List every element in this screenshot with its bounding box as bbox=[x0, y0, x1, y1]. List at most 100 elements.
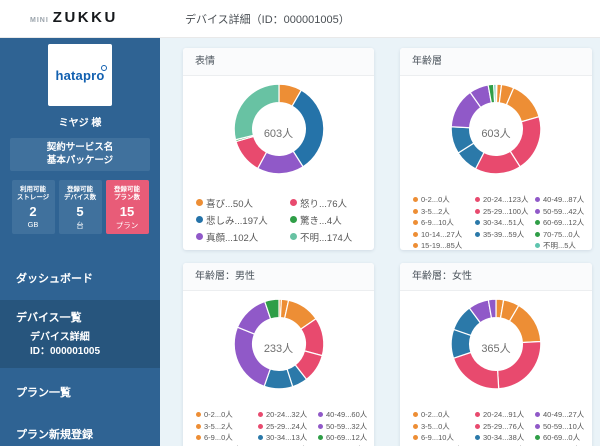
contract-plan-box: 契約サービス名 基本パッケージ bbox=[10, 138, 150, 171]
legend-item-label: 30-34...51人 bbox=[483, 217, 524, 228]
legend-color-dot bbox=[475, 209, 480, 214]
sidebar-item-active-group: デバイス一覧デバイス詳細ID：000001005 bbox=[0, 300, 160, 368]
legend-item-驚き[interactable]: 驚き...4人 bbox=[290, 211, 352, 228]
donut-slice-50-59 bbox=[237, 302, 270, 335]
legend-item-3-5[interactable]: 3-5...2人 bbox=[413, 206, 475, 218]
legend-item-label: 0-2...0人 bbox=[421, 194, 450, 205]
legend-color-dot bbox=[196, 412, 201, 417]
contract-plan-name: 基本パッケージ bbox=[10, 154, 150, 167]
quota-stats: 利用可能ストレージ2GB登録可能デバイス数5台登録可能プラン数15プラン bbox=[0, 180, 160, 234]
stat-label: デバイス数 bbox=[59, 194, 102, 202]
sidebar-subitem-device-detail[interactable]: デバイス詳細 bbox=[0, 331, 160, 345]
stat-label: プラン数 bbox=[106, 194, 149, 202]
legend-item-20-24[interactable]: 20-24...32人 bbox=[258, 409, 318, 421]
legend-item-label: 60-69...12人 bbox=[543, 217, 584, 228]
legend-item-0-2[interactable]: 0-2...0人 bbox=[413, 194, 475, 206]
legend-item-40-49[interactable]: 40-49...60人 bbox=[318, 409, 367, 421]
donut-area: 603人 bbox=[183, 81, 374, 187]
legend-color-dot bbox=[196, 424, 201, 429]
legend-item-真顔[interactable]: 真顔...102人 bbox=[196, 228, 290, 245]
legend-column: 0-2...0人3-5...2人6-9...0人10-14...6人15-19.… bbox=[196, 409, 258, 446]
legend-item-label: 70-75...0人 bbox=[543, 229, 580, 240]
legend-item-label: 35-39...59人 bbox=[483, 229, 524, 240]
legend-item-label: 不明...174人 bbox=[300, 230, 352, 244]
hatapro-logo: hatapro bbox=[55, 68, 104, 83]
legend-item-3-5[interactable]: 3-5...0人 bbox=[413, 421, 475, 433]
legend-item-50-59[interactable]: 50-59...42人 bbox=[535, 206, 584, 218]
legend-item-怒り[interactable]: 怒り...76人 bbox=[290, 194, 352, 211]
legend-column: 喜び...50人悲しみ...197人真顔...102人 bbox=[196, 194, 290, 245]
legend-item-10-14[interactable]: 10-14...27人 bbox=[413, 229, 475, 241]
top-header: MINI ZUKKU デバイス詳細（ID：000001005） bbox=[0, 0, 600, 38]
user-name: ミヤジ 様 bbox=[0, 114, 160, 129]
legend-item-25-29[interactable]: 25-29...24人 bbox=[258, 421, 318, 433]
legend-item-30-34[interactable]: 30-34...51人 bbox=[475, 217, 535, 229]
legend-item-label: 3-5...2人 bbox=[421, 206, 450, 217]
legend-color-dot bbox=[318, 435, 323, 440]
legend-item-不明[interactable]: 不明...5人 bbox=[535, 240, 584, 250]
legend-item-30-34[interactable]: 30-34...13人 bbox=[258, 432, 318, 444]
legend-item-35-39[interactable]: 35-39...59人 bbox=[475, 229, 535, 241]
legend-item-15-19[interactable]: 15-19...85人 bbox=[413, 240, 475, 250]
legend-item-25-29[interactable]: 25-29...100人 bbox=[475, 206, 535, 218]
legend-item-label: 悲しみ...197人 bbox=[206, 213, 268, 227]
sidebar-item-0[interactable]: ダッシュボード bbox=[0, 264, 160, 292]
legend-color-dot bbox=[196, 233, 203, 240]
legend-item-60-69[interactable]: 60-69...0人 bbox=[535, 432, 584, 444]
legend-color-dot bbox=[535, 209, 540, 214]
legend-item-60-69[interactable]: 60-69...12人 bbox=[535, 217, 584, 229]
legend-column: 怒り...76人驚き...4人不明...174人 bbox=[290, 194, 352, 245]
logo-mini-text: MINI bbox=[30, 17, 49, 24]
legend-item-label: 30-34...13人 bbox=[266, 432, 307, 443]
page-title: デバイス詳細（ID：000001005） bbox=[185, 11, 350, 27]
legend-item-6-9[interactable]: 6-9...10人 bbox=[413, 217, 475, 229]
legend-item-3-5[interactable]: 3-5...2人 bbox=[196, 421, 258, 433]
legend-item-0-2[interactable]: 0-2...0人 bbox=[413, 409, 475, 421]
legend-item-label: 25-29...76人 bbox=[483, 421, 524, 432]
chart-legend: 喜び...50人悲しみ...197人真顔...102人怒り...76人驚き...… bbox=[183, 187, 374, 245]
legend-item-20-24[interactable]: 20-24...123人 bbox=[475, 194, 535, 206]
chart-card-title: 年齢層：男性 bbox=[183, 263, 374, 291]
legend-color-dot bbox=[258, 424, 263, 429]
legend-color-dot bbox=[535, 424, 540, 429]
legend-color-dot bbox=[413, 232, 418, 237]
legend-item-label: 20-24...32人 bbox=[266, 409, 307, 420]
legend-column: 40-49...27人50-59...10人60-69...0人70-75...… bbox=[535, 409, 584, 446]
legend-item-悲しみ[interactable]: 悲しみ...197人 bbox=[196, 211, 290, 228]
app-logo[interactable]: MINI ZUKKU bbox=[30, 9, 118, 26]
contract-label: 契約サービス名 bbox=[10, 141, 150, 154]
donut-slice-不明 bbox=[494, 84, 496, 102]
legend-item-20-24[interactable]: 20-24...91人 bbox=[475, 409, 535, 421]
legend-color-dot bbox=[535, 243, 540, 248]
legend-item-label: 怒り...76人 bbox=[300, 196, 347, 210]
stat-value: 2 bbox=[12, 205, 55, 219]
legend-item-label: 20-24...91人 bbox=[483, 409, 524, 420]
legend-item-不明[interactable]: 不明...174人 bbox=[290, 228, 352, 245]
legend-item-label: 10-14...27人 bbox=[421, 229, 462, 240]
legend-item-label: 50-59...32人 bbox=[326, 421, 367, 432]
legend-color-dot bbox=[290, 216, 297, 223]
sidebar-item-1[interactable]: デバイス一覧 bbox=[0, 307, 160, 329]
legend-color-dot bbox=[258, 412, 263, 417]
legend-item-50-59[interactable]: 50-59...32人 bbox=[318, 421, 367, 433]
legend-item-50-59[interactable]: 50-59...10人 bbox=[535, 421, 584, 433]
legend-item-70-75[interactable]: 70-75...0人 bbox=[535, 229, 584, 241]
legend-item-label: 15-19...85人 bbox=[421, 240, 462, 250]
legend-item-25-29[interactable]: 25-29...76人 bbox=[475, 421, 535, 433]
legend-item-40-49[interactable]: 40-49...27人 bbox=[535, 409, 584, 421]
legend-color-dot bbox=[535, 220, 540, 225]
legend-item-喜び[interactable]: 喜び...50人 bbox=[196, 194, 290, 211]
legend-item-label: 不明...5人 bbox=[543, 240, 576, 250]
legend-item-label: 0-2...0人 bbox=[421, 409, 450, 420]
legend-item-30-34[interactable]: 30-34...38人 bbox=[475, 432, 535, 444]
sidebar-item-3[interactable]: プラン新規登録 bbox=[0, 420, 160, 446]
legend-item-40-49[interactable]: 40-49...87人 bbox=[535, 194, 584, 206]
legend-item-60-69[interactable]: 60-69...12人 bbox=[318, 432, 367, 444]
chart-legend: 0-2...0人3-5...2人6-9...0人10-14...6人15-19.… bbox=[183, 402, 374, 446]
stat-unit: 台 bbox=[59, 220, 102, 231]
sidebar-item-2[interactable]: プラン一覧 bbox=[0, 378, 160, 406]
donut-area: 365人 bbox=[400, 296, 592, 402]
legend-item-6-9[interactable]: 6-9...10人 bbox=[413, 432, 475, 444]
legend-item-0-2[interactable]: 0-2...0人 bbox=[196, 409, 258, 421]
legend-item-6-9[interactable]: 6-9...0人 bbox=[196, 432, 258, 444]
